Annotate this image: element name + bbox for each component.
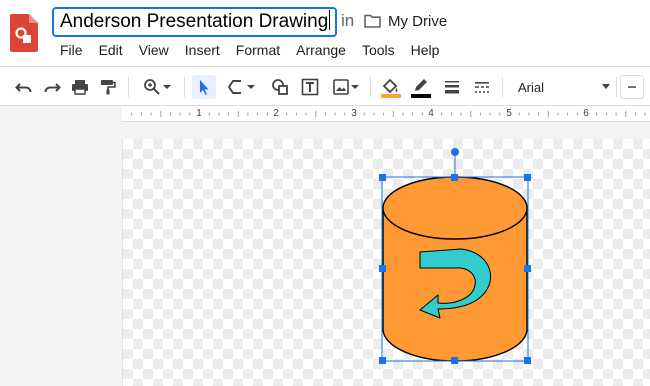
folder-icon[interactable]: [364, 14, 381, 28]
text-caret: [329, 10, 331, 30]
border-color-icon: [411, 79, 431, 98]
resize-handle-left[interactable]: [379, 265, 386, 272]
zoom-button[interactable]: [136, 75, 178, 99]
image-button[interactable]: [328, 75, 364, 99]
text-box-icon: [301, 78, 319, 96]
menu-edit[interactable]: Edit: [91, 40, 131, 60]
rotate-handle[interactable]: [451, 148, 459, 156]
resize-handle-right[interactable]: [524, 265, 531, 272]
paint-format-icon: [101, 80, 116, 95]
ruler-label: 1: [196, 108, 202, 119]
border-weight-button[interactable]: [440, 75, 464, 99]
paint-format-button[interactable]: [96, 75, 120, 99]
document-title-text: Anderson Presentation Drawing: [60, 11, 329, 32]
chevron-down-icon: [247, 85, 255, 89]
ruler-label: 4: [428, 108, 434, 119]
font-family-value: Arial: [518, 79, 545, 95]
shape-icon: [272, 79, 288, 95]
header: Anderson Presentation Drawing in My Driv…: [0, 0, 650, 66]
redo-icon: [44, 83, 61, 93]
line-icon: [228, 80, 241, 94]
menu-help[interactable]: Help: [403, 40, 448, 60]
ruler-label: 3: [351, 108, 357, 119]
line-tool-button[interactable]: [220, 75, 262, 99]
toolbar: Arial: [0, 66, 650, 106]
toolbar-divider: [502, 77, 503, 97]
redo-button[interactable]: [40, 75, 64, 99]
select-icon: [200, 80, 209, 95]
menu-format[interactable]: Format: [228, 40, 288, 60]
border-dash-button[interactable]: [470, 75, 494, 99]
menu-bar: File Edit View Insert Format Arrange Too…: [52, 40, 447, 60]
image-icon: [333, 79, 349, 95]
ruler-label: 6: [583, 108, 589, 119]
menu-arrange[interactable]: Arrange: [288, 40, 354, 60]
minus-icon: [628, 86, 636, 88]
undo-button[interactable]: [12, 75, 36, 99]
toolbar-divider: [184, 77, 185, 97]
fill-color-button[interactable]: [378, 75, 404, 99]
resize-handle-bottom[interactable]: [451, 357, 458, 364]
menu-file[interactable]: File: [52, 40, 91, 60]
border-color-swatch: [411, 94, 431, 98]
menu-insert[interactable]: Insert: [177, 40, 228, 60]
document-title-input[interactable]: Anderson Presentation Drawing: [52, 7, 337, 37]
chevron-down-icon: [163, 85, 171, 89]
toolbar-divider: [370, 77, 371, 97]
resize-handle-bottom-left[interactable]: [379, 357, 386, 364]
print-button[interactable]: [68, 75, 92, 99]
fill-color-icon: [381, 78, 401, 98]
resize-handle-top[interactable]: [451, 174, 458, 181]
folder-name-link[interactable]: My Drive: [388, 13, 447, 30]
resize-handle-top-right[interactable]: [524, 174, 531, 181]
drawing-workspace: 1 2 3 4 5 6: [0, 106, 650, 386]
ruler-label: 5: [506, 108, 512, 119]
toolbar-divider: [616, 77, 617, 97]
border-color-button[interactable]: [408, 75, 434, 99]
chevron-down-icon: [351, 85, 359, 89]
toolbar-divider: [128, 77, 129, 97]
horizontal-ruler[interactable]: 1 2 3 4 5 6: [122, 106, 650, 122]
undo-icon: [15, 83, 32, 93]
fill-color-swatch: [381, 94, 401, 98]
location-prefix: in: [341, 11, 355, 30]
decrease-font-size-button[interactable]: [620, 75, 644, 99]
select-tool-button[interactable]: [192, 75, 216, 99]
chevron-down-icon: [602, 84, 610, 89]
font-family-select[interactable]: Arial: [510, 75, 614, 99]
resize-handle-bottom-right[interactable]: [524, 357, 531, 364]
text-box-button[interactable]: [298, 75, 322, 99]
resize-handle-top-left[interactable]: [379, 174, 386, 181]
print-icon: [72, 80, 88, 95]
drawings-logo-icon[interactable]: [10, 14, 38, 52]
menu-tools[interactable]: Tools: [354, 40, 403, 60]
cylinder-shape[interactable]: [382, 176, 528, 362]
ruler-label: 2: [273, 108, 279, 119]
zoom-icon: [144, 79, 160, 95]
border-weight-icon: [445, 81, 459, 94]
border-dash-icon: [475, 82, 489, 93]
shape-tool-button[interactable]: [268, 75, 292, 99]
menu-view[interactable]: View: [131, 40, 177, 60]
